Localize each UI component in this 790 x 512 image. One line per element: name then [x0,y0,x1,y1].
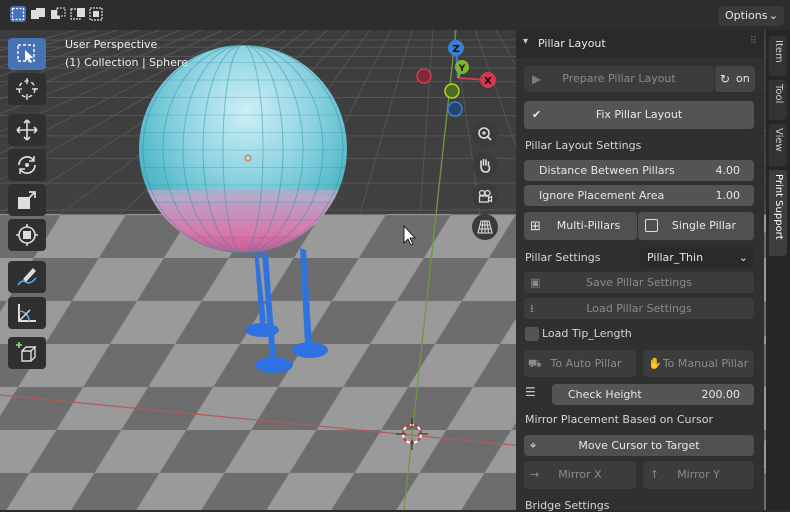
move-cursor-to-target-button[interactable]: ⌖ Move Cursor to Target [524,435,754,456]
scale-icon [18,191,36,209]
add-cube-icon [16,342,37,362]
move-icon [16,119,38,141]
options-dropdown[interactable]: Options ⌄ [718,6,784,26]
camera-view-button[interactable] [472,183,498,209]
sidebar-tabs: Item Tool View Print Support [766,30,790,510]
cursor-tool[interactable] [8,73,46,105]
magnet-icon: ↻ [720,72,731,86]
pillar-settings-dropdown[interactable]: Pillar_Thin ⌄ [640,247,754,268]
grid-perspective-icon [477,220,493,234]
viewport-header: Options ⌄ [0,0,790,30]
collapse-chevron-icon: ▾ [523,36,529,47]
select-intersect-icon [89,7,103,21]
annotate-icon [17,268,37,286]
panel-title: Pillar Layout [538,37,606,50]
select-extend-icon [31,8,45,19]
hand-icon [480,158,491,173]
tab-view[interactable]: View [769,124,787,166]
pillar-settings-label: Pillar Settings [525,251,601,264]
svg-text:Z: Z [452,44,459,55]
svg-text:Y: Y [458,64,466,74]
transform-icon [16,224,38,246]
chevron-down-icon: ⌄ [738,251,748,264]
ignore-placement-area-field[interactable]: Ignore Placement Area 1.00 [524,185,754,206]
ortho-toggle-button[interactable] [472,214,498,240]
select-invert-icon [70,8,85,20]
annotate-tool[interactable] [8,261,46,293]
select-box-icon [11,7,25,21]
cursor-target-icon: ⌖ [530,439,537,452]
cursor-icon [16,78,38,100]
prepare-pillar-layout-button[interactable]: ▶ Prepare Pillar Layout [524,66,714,92]
hand-icon: ✋ [648,357,662,370]
load-icon: ⭳ [530,302,534,315]
measure-tool[interactable] [8,297,46,329]
gizmo-neg-y[interactable] [444,83,460,99]
select-extend-button[interactable] [30,6,46,22]
tab-tool[interactable]: Tool [769,80,787,120]
auto-pillar-icon: ⛟ [528,357,542,370]
select-invert-button[interactable] [70,6,86,22]
chevron-down-icon: ⌄ [768,9,778,22]
multi-pillars-button[interactable]: ⊞ Multi-Pillars [524,212,637,240]
bridge-settings-label: Bridge Settings [525,499,610,512]
select-new-button[interactable] [10,6,26,22]
select-intersect-button[interactable] [88,6,104,22]
square-icon [645,219,658,232]
tab-print-support[interactable]: Print Support [769,170,787,256]
pillar-layout-panel: ▾ Pillar Layout ⠿ ▶ Prepare Pillar Layou… [516,30,764,512]
measure-icon [18,304,36,322]
tab-item[interactable]: Item [769,36,787,76]
zoom-icon [478,127,492,141]
save-icon: ▣ [530,276,541,289]
distance-between-pillars-field[interactable]: Distance Between Pillars 4.00 [524,160,754,181]
pillar-layout-settings-label: Pillar Layout Settings [525,139,642,152]
perspective-label: User Perspective [65,38,158,51]
arrow-up-icon: ↑ [650,468,660,481]
play-icon: ▶ [532,72,542,86]
pan-button[interactable] [472,152,498,178]
mirror-placement-label: Mirror Placement Based on Cursor [525,413,714,426]
gizmo-neg-z[interactable] [447,101,463,117]
mirror-x-button[interactable]: → Mirror X [524,461,636,489]
transform-tool[interactable] [8,219,46,251]
gizmo-neg-x[interactable] [416,68,432,84]
magnet-on-toggle[interactable]: ↻ on [715,66,755,92]
load-pillar-settings-button[interactable]: ⭳ Load Pillar Settings [524,298,754,319]
fix-pillar-layout-button[interactable]: ✔ Fix Pillar Layout [524,101,754,129]
zoom-button[interactable] [472,121,498,147]
load-tip-length-checkbox[interactable] [525,327,539,341]
panel-header[interactable]: ▾ Pillar Layout ⠿ [516,30,764,58]
mirror-y-button[interactable]: ↑ Mirror Y [643,461,754,489]
single-pillar-button[interactable]: Single Pillar [638,212,754,240]
move-tool[interactable] [8,114,46,146]
load-tip-length-label: Load Tip_Length [542,327,632,340]
height-icon: ☰ [525,385,536,399]
collection-label: (1) Collection | Sphere [65,56,188,69]
camera-icon [478,189,493,203]
select-subtract-icon [51,7,66,19]
svg-text:X: X [484,76,492,87]
save-pillar-settings-button[interactable]: ▣ Save Pillar Settings [524,272,754,293]
select-box-icon [17,44,35,63]
check-height-field[interactable]: Check Height 200.00 [552,384,754,405]
options-label: Options [725,9,768,22]
checkmark-icon: ✔ [532,108,542,121]
drag-handle-icon[interactable]: ⠿ [750,36,757,47]
add-cube-tool[interactable] [8,337,46,369]
select-subtract-button[interactable] [50,6,66,22]
grid-icon: ⊞ [530,219,541,234]
rotate-tool[interactable] [8,149,46,181]
scale-tool[interactable] [8,184,46,216]
to-manual-pillar-button[interactable]: ✋ To Manual Pillar [643,350,754,377]
select-box-tool[interactable] [8,38,46,70]
arrow-right-icon: → [530,468,540,481]
rotate-icon [18,156,36,174]
to-auto-pillar-button[interactable]: ⛟ To Auto Pillar [524,350,636,377]
